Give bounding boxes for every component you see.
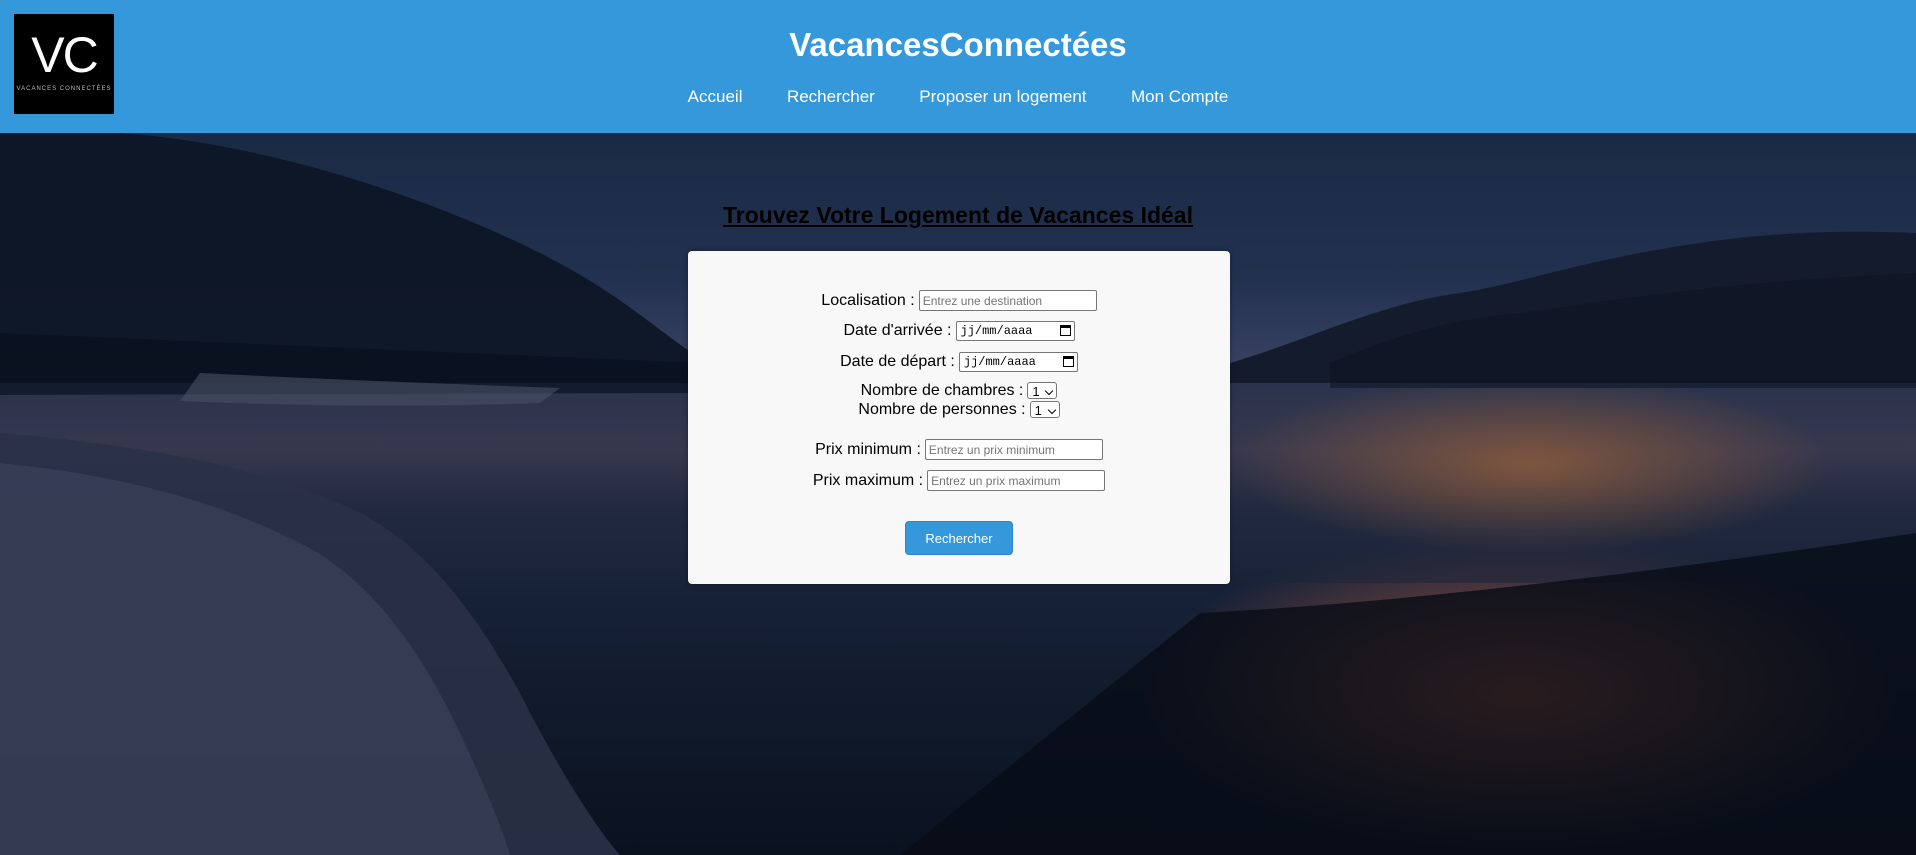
main-nav: Accueil Rechercher Proposer un logement … xyxy=(0,87,1916,107)
arrival-date-value: jj/mm/aaaa xyxy=(960,324,1033,338)
max-price-input[interactable] xyxy=(927,470,1106,491)
arrival-date-input[interactable]: jj/mm/aaaa xyxy=(955,321,1075,341)
site-title: VacancesConnectées xyxy=(789,26,1127,63)
max-price-row: Prix maximum : xyxy=(688,470,1230,491)
departure-date-value: jj/mm/aaaa xyxy=(963,355,1036,369)
search-form: Localisation : Date d'arrivée : jj/mm/aaa… xyxy=(688,251,1230,584)
nav-link-mon-compte[interactable]: Mon Compte xyxy=(1131,87,1228,106)
page-heading: Trouvez Votre Logement de Vacances Idéal xyxy=(723,202,1193,228)
nav-link-proposer-logement[interactable]: Proposer un logement xyxy=(919,87,1086,106)
min-price-input[interactable] xyxy=(924,439,1103,460)
persons-label: Nombre de personnes : xyxy=(858,401,1026,418)
rooms-select[interactable]: 1 xyxy=(1027,382,1058,400)
calendar-icon[interactable] xyxy=(1059,325,1071,336)
nav-link-accueil[interactable]: Accueil xyxy=(688,87,743,106)
arrival-row: Date d'arrivée : jj/mm/aaaa xyxy=(688,321,1230,341)
arrival-label: Date d'arrivée : xyxy=(843,322,952,340)
rooms-row: Nombre de chambres : 1 xyxy=(688,382,1230,400)
chevron-down-icon xyxy=(1045,387,1054,396)
min-price-row: Prix minimum : xyxy=(688,439,1230,460)
search-button[interactable]: Rechercher xyxy=(905,521,1013,555)
persons-select[interactable]: 1 xyxy=(1029,401,1060,419)
rooms-label: Nombre de chambres : xyxy=(860,382,1024,399)
persons-row: Nombre de personnes : 1 xyxy=(688,401,1230,419)
rooms-select-value: 1 xyxy=(1032,384,1040,400)
max-price-label: Prix maximum : xyxy=(812,471,924,489)
location-label: Localisation : xyxy=(821,291,915,309)
nav-link-rechercher[interactable]: Rechercher xyxy=(787,87,875,106)
departure-label: Date de départ : xyxy=(840,353,955,371)
persons-select-value: 1 xyxy=(1034,403,1042,419)
location-input[interactable] xyxy=(918,290,1097,311)
location-row: Localisation : xyxy=(688,290,1230,311)
calendar-icon[interactable] xyxy=(1062,356,1074,367)
departure-date-input[interactable]: jj/mm/aaaa xyxy=(958,352,1078,372)
min-price-label: Prix minimum : xyxy=(815,440,921,458)
chevron-down-icon xyxy=(1047,406,1056,415)
site-header: VC VACANCES CONNECTÉES VacancesConnectée… xyxy=(0,0,1916,133)
departure-row: Date de départ : jj/mm/aaaa xyxy=(688,352,1230,372)
